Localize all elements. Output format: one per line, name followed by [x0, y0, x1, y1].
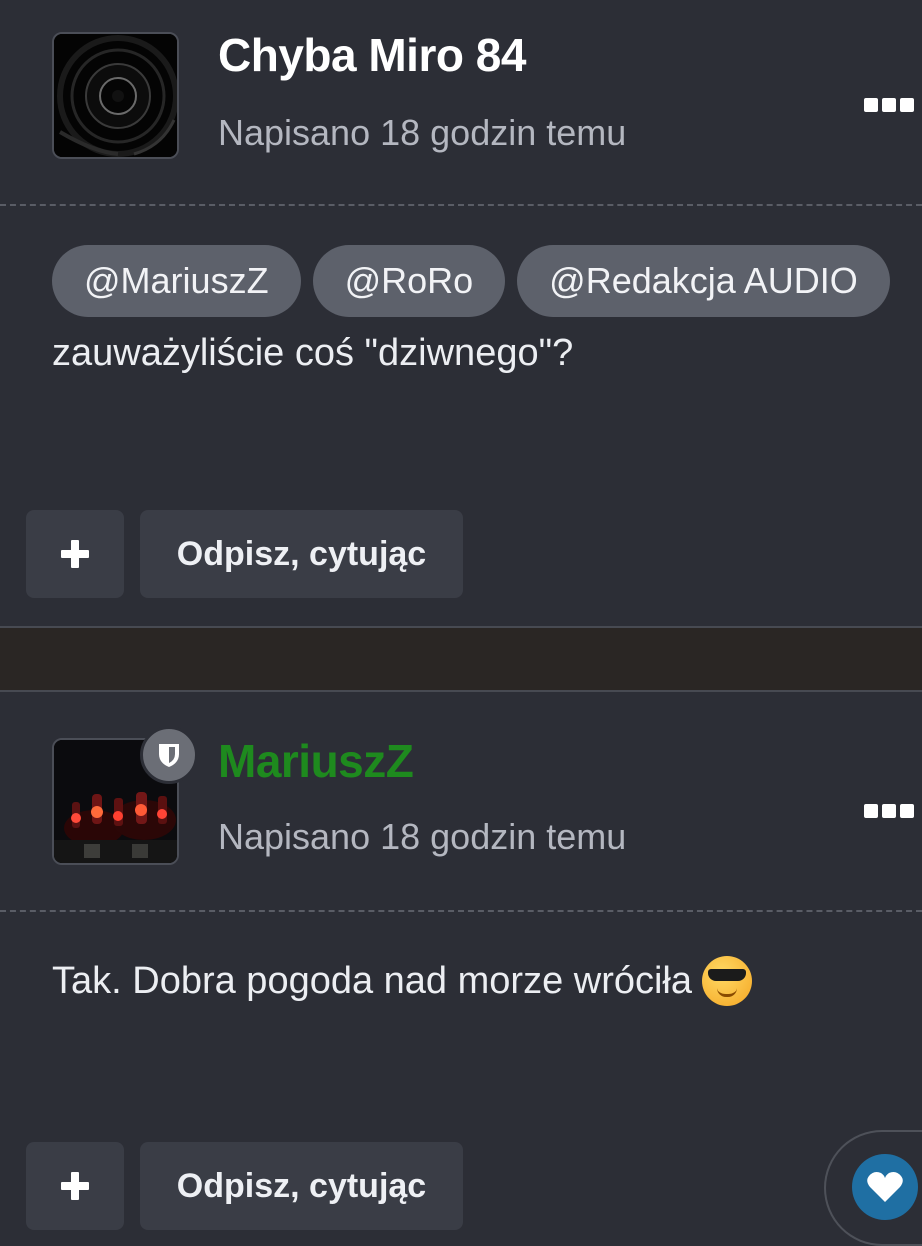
- more-dots-icon: [864, 804, 878, 818]
- avatar-image: [54, 34, 177, 157]
- more-dots-icon: [882, 98, 896, 112]
- like-button[interactable]: [852, 1154, 918, 1220]
- moderator-badge[interactable]: [140, 726, 198, 784]
- post-timestamp: Napisano 18 godzin temu: [218, 112, 627, 153]
- post-body: zauważyliście coś "dziwnego"?: [52, 332, 574, 374]
- more-dots-icon: [900, 98, 914, 112]
- more-options-button[interactable]: [864, 98, 916, 116]
- mention-mariuszz[interactable]: @MariuszZ: [52, 245, 301, 317]
- post-timestamp: Napisano 18 godzin temu: [218, 816, 627, 857]
- add-reaction-button[interactable]: [26, 1142, 124, 1230]
- sunglasses-emoji-icon: [702, 956, 753, 1006]
- quote-reply-button[interactable]: Odpisz, cytując: [140, 510, 463, 598]
- mention-roro[interactable]: @RoRo: [312, 245, 506, 317]
- more-dots-icon: [882, 804, 896, 818]
- shield-icon: [159, 744, 179, 767]
- more-options-button[interactable]: [864, 804, 916, 822]
- plus-icon: [61, 1172, 89, 1200]
- add-reaction-button[interactable]: [26, 510, 124, 598]
- divider: [0, 204, 922, 206]
- post-body: Tak. Dobra pogoda nad morze wróciła: [52, 959, 693, 1002]
- post-chyba-miro: Chyba Miro 84 Napisano 18 godzin temu @M…: [0, 0, 922, 626]
- divider: [0, 910, 922, 912]
- more-dots-icon: [864, 98, 878, 112]
- post-separator: [0, 626, 922, 692]
- more-dots-icon: [900, 804, 914, 818]
- author-name[interactable]: Chyba Miro 84: [218, 28, 526, 82]
- plus-icon: [61, 540, 89, 568]
- author-name[interactable]: MariuszZ: [218, 734, 414, 788]
- mention-redakcja-audio[interactable]: @Redakcja AUDIO: [517, 245, 890, 317]
- mentions-row: @MariuszZ @RoRo @Redakcja AUDIO: [52, 245, 890, 317]
- post-mariuszz: MariuszZ Napisano 18 godzin temu Tak. Do…: [0, 692, 922, 1246]
- post-body-row: Tak. Dobra pogoda nad morze wróciła: [52, 956, 753, 1006]
- heart-icon: [867, 1172, 903, 1202]
- smile-shape: [717, 988, 738, 997]
- glasses-shape: [708, 969, 747, 981]
- quote-reply-button[interactable]: Odpisz, cytując: [140, 1142, 463, 1230]
- reaction-panel: [824, 1130, 922, 1246]
- avatar[interactable]: [52, 32, 179, 159]
